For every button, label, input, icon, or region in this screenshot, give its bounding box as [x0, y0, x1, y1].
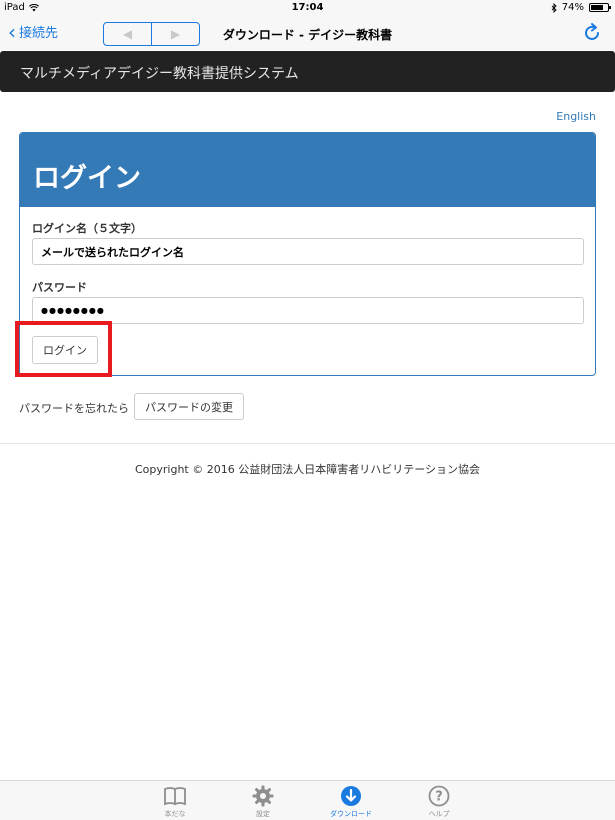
forgot-password-text: パスワードを忘れたら [19, 402, 129, 415]
page-navigation-segment: ◀ ▶ [103, 22, 200, 46]
tab-settings[interactable]: 設定 [233, 784, 293, 819]
status-time: 17:04 [291, 2, 324, 13]
battery-percent: 74% [561, 2, 584, 13]
username-field[interactable]: メールで送られたログイン名 [32, 238, 584, 265]
nav-bar: ‹ 接続先 ◀ ▶ ダウンロード - デイジー教科書 [0, 16, 615, 50]
tab-download[interactable]: ダウンロード [321, 784, 381, 819]
divider [0, 443, 615, 444]
tab-label: 本だな [164, 810, 186, 818]
tab-label: ダウンロード [330, 810, 372, 818]
bluetooth-icon [551, 2, 557, 13]
password-label: パスワード [32, 281, 87, 294]
back-button[interactable]: ‹ 接続先 [8, 19, 59, 44]
login-panel-header: ログイン [20, 133, 595, 207]
nav-title: ダウンロード - デイジー教科書 [222, 28, 393, 42]
password-field[interactable]: ●●●●●●●● [32, 297, 584, 324]
tab-bookshelf[interactable]: 本だな [145, 784, 205, 819]
battery-icon [589, 3, 611, 12]
login-heading: ログイン [33, 163, 141, 194]
prev-page-button[interactable]: ◀ [104, 23, 151, 45]
username-label: ログイン名（５文字） [32, 222, 142, 235]
change-password-button[interactable]: パスワードの変更 [134, 393, 244, 420]
chevron-left-icon: ‹ [8, 19, 16, 44]
help-icon: ? [428, 785, 450, 807]
gear-icon [252, 785, 274, 807]
book-icon [164, 787, 186, 806]
tab-label: ヘルプ [428, 810, 450, 818]
tab-help[interactable]: ? ヘルプ [409, 784, 469, 819]
download-icon [341, 786, 361, 806]
english-link[interactable]: English [556, 110, 596, 123]
tab-bar: 本だな 設定 ダウンロード ? ヘルプ [0, 780, 615, 820]
site-title: マルチメディアデイジー教科書提供システム [20, 66, 299, 82]
back-button-label: 接続先 [19, 26, 59, 41]
svg-text:?: ? [435, 790, 443, 805]
refresh-icon[interactable] [581, 22, 603, 44]
tab-label: 設定 [256, 810, 270, 818]
next-page-button[interactable]: ▶ [151, 23, 199, 45]
highlight-box [15, 321, 112, 377]
copyright-text: Copyright © 2016 公益財団法人日本障害者リハビリテーション協会 [134, 463, 480, 476]
site-header: マルチメディアデイジー教科書提供システム [0, 51, 615, 92]
status-bar: iPad 17:04 74% [0, 0, 615, 16]
